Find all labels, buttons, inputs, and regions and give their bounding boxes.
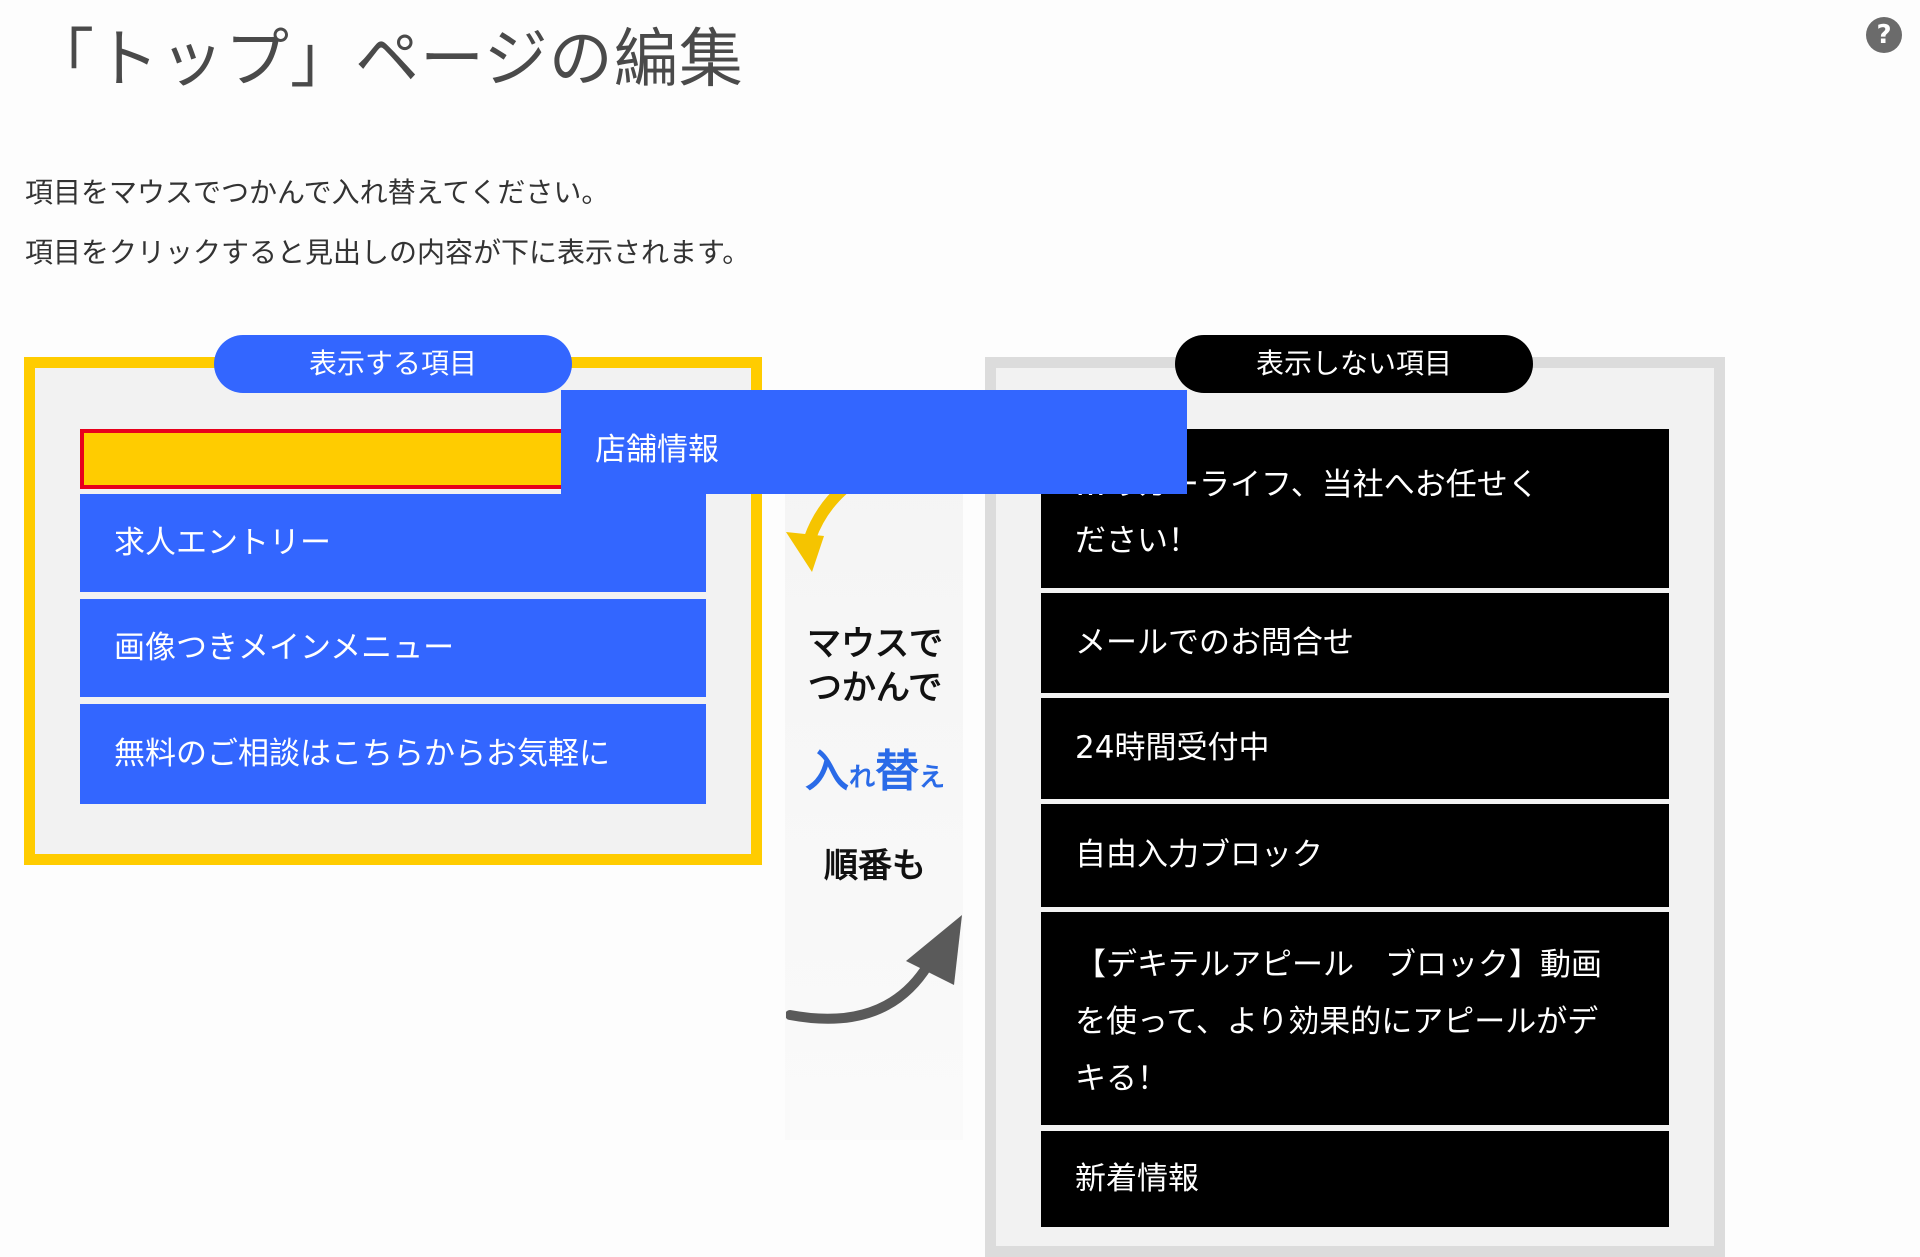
hint-text-order: 順番も — [824, 846, 926, 886]
hidden-item-24h[interactable]: 24時間受付中 — [1041, 698, 1669, 799]
instruction-drag: 項目をマウスでつかんで入れ替えてください。 — [25, 176, 610, 209]
shown-item-job-entry[interactable]: 求人エントリー — [80, 494, 706, 592]
hidden-item-text: 【デキテルアピール ブロック】動画 — [1075, 947, 1602, 983]
shown-item-image-menu[interactable]: 画像つきメインメニュー — [80, 599, 706, 697]
page-title: 「トップ」ページの編集 — [30, 23, 744, 97]
arrow-up-right-icon — [786, 915, 962, 1024]
hidden-item-text: キる！ — [1075, 1061, 1168, 1097]
hidden-item-mail-inquiry[interactable]: メールでのお問合せ — [1041, 593, 1669, 693]
shown-item-consultation[interactable]: 無料のご相談はこちらからお気軽に — [80, 704, 706, 804]
dragging-item-store-info[interactable]: 店舗情報 — [561, 390, 1187, 494]
hidden-item-video-appeal[interactable]: 【デキテルアピール ブロック】動画 を使って、より効果的にアピールがデ キる！ — [1041, 912, 1669, 1125]
help-icon[interactable]: ? — [1866, 17, 1902, 53]
shown-items-label: 表示する項目 — [214, 335, 572, 393]
hidden-item-news[interactable]: 新着情報 — [1041, 1131, 1669, 1227]
instruction-click: 項目をクリックすると見出しの内容が下に表示されます。 — [25, 236, 751, 269]
hint-text-swap: 入れ替え — [804, 746, 946, 797]
drop-placeholder — [80, 429, 600, 489]
arrow-down-left-icon — [786, 484, 848, 572]
hidden-items-label: 表示しない項目 — [1175, 335, 1533, 393]
hidden-item-text: を使って、より効果的にアピールがデ — [1075, 1004, 1599, 1040]
hidden-item-text: ださい！ — [1075, 523, 1199, 559]
hint-text-grab: マウスで つかんで — [807, 624, 943, 708]
hidden-item-free-input[interactable]: 自由入力ブロック — [1041, 804, 1669, 907]
